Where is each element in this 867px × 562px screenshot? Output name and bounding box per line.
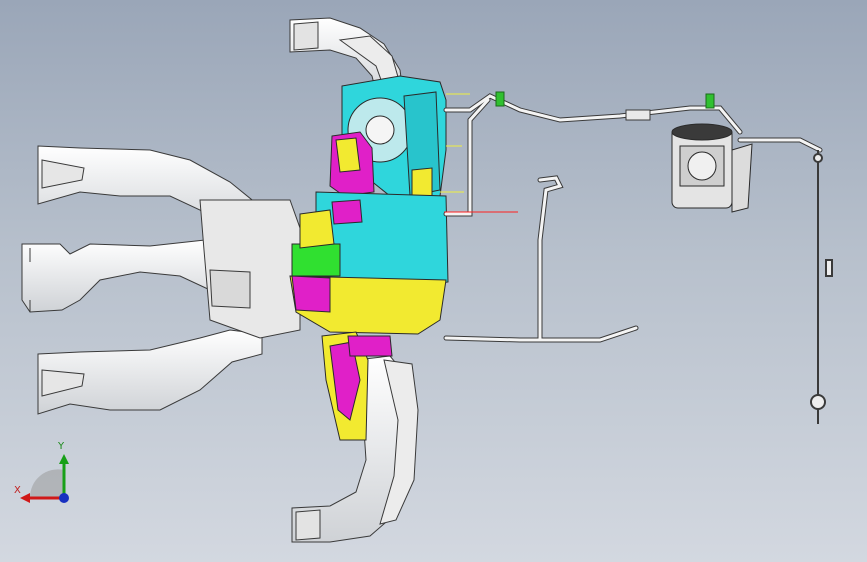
refrigerant-lines [443,93,823,343]
inline-fitting [625,109,651,121]
triad-y-label: Y [58,441,65,452]
hvac-assembly-model[interactable] [0,0,867,562]
cad-viewport[interactable]: Y X [0,0,867,562]
right-bracket-rod [810,150,833,424]
triad-quadrant [29,469,64,498]
green-clip-right [705,93,715,109]
triad-y-arrow-icon [59,454,69,464]
triad-z-axis-dot [59,493,69,503]
refrigerant-lines-highlight [444,94,822,342]
orientation-triad[interactable]: Y X [10,440,80,510]
left-duct-assembly [21,145,301,415]
ac-compressor [671,123,753,213]
triad-x-arrow-icon [20,493,30,503]
green-clip-left [495,91,505,107]
triad-graphic [20,454,69,503]
triad-x-label: X [14,485,21,496]
